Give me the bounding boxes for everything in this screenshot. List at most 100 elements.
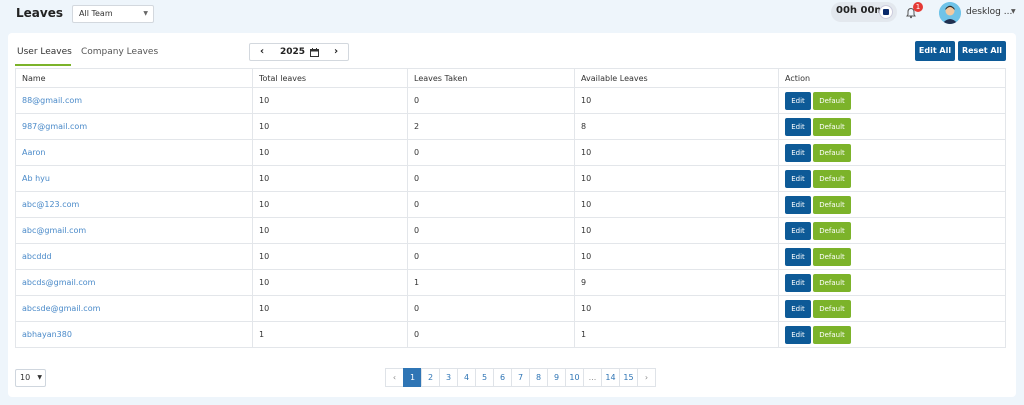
column-header-available[interactable]: Available Leaves [574,68,779,88]
year-value: 2025 [280,47,306,57]
time-tracker[interactable]: 00h 00m [831,2,897,22]
total-cell: 10 [252,165,408,192]
name-cell[interactable]: abcds@gmail.com [15,269,253,296]
action-cell: Edit Default [778,217,1006,244]
pagination-next[interactable]: › [637,368,656,387]
pagination-page[interactable]: 5 [475,368,494,387]
row-default-button[interactable]: Default [813,221,851,240]
name-cell[interactable]: 88@gmail.com [15,87,253,114]
pagination-page[interactable]: 2 [421,368,440,387]
per-page-value: 10 [20,373,31,382]
chevron-right-icon[interactable]: › [334,46,338,57]
table-row: abhayan380 1 0 1 Edit Default [15,321,1006,348]
row-edit-button[interactable]: Edit [785,91,811,110]
row-default-button[interactable]: Default [813,143,851,162]
pagination-prev[interactable]: ‹ [385,368,404,387]
row-default-button[interactable]: Default [813,195,851,214]
table-row: 987@gmail.com 10 2 8 Edit Default [15,113,1006,140]
row-default-button[interactable]: Default [813,247,851,266]
taken-cell: 0 [407,87,575,114]
row-edit-button[interactable]: Edit [785,117,811,136]
page-title: Leaves [16,6,63,20]
tab-company-leaves[interactable]: Company Leaves [81,47,158,57]
row-edit-button[interactable]: Edit [785,169,811,188]
name-cell[interactable]: abc@123.com [15,191,253,218]
tab-user-leaves[interactable]: User Leaves [17,47,72,57]
reset-all-button[interactable]: Reset All [958,41,1006,61]
table-row: 88@gmail.com 10 0 10 Edit Default [15,87,1006,114]
edit-all-button[interactable]: Edit All [915,41,955,61]
total-cell: 10 [252,269,408,296]
name-cell[interactable]: Aaron [15,139,253,166]
total-cell: 10 [252,87,408,114]
row-edit-button[interactable]: Edit [785,247,811,266]
taken-cell: 0 [407,217,575,244]
pagination-page[interactable]: 9 [547,368,566,387]
row-default-button[interactable]: Default [813,325,851,344]
user-name[interactable]: desklog ... [966,7,1012,17]
table-row: abc@123.com 10 0 10 Edit Default [15,191,1006,218]
name-cell[interactable]: Ab hyu [15,165,253,192]
pagination-page[interactable]: 8 [529,368,548,387]
row-edit-button[interactable]: Edit [785,325,811,344]
pagination-page[interactable]: 15 [619,368,638,387]
taken-cell: 1 [407,269,575,296]
table-row: abc@gmail.com 10 0 10 Edit Default [15,217,1006,244]
name-cell[interactable]: abhayan380 [15,321,253,348]
notification-badge: 1 [913,2,923,12]
total-cell: 10 [252,243,408,270]
row-default-button[interactable]: Default [813,117,851,136]
pagination-page[interactable]: 4 [457,368,476,387]
available-cell: 10 [574,191,779,218]
taken-cell: 0 [407,139,575,166]
column-header-taken[interactable]: Leaves Taken [407,68,575,88]
name-cell[interactable]: abc@gmail.com [15,217,253,244]
available-cell: 9 [574,269,779,296]
team-filter-value: All Team [79,9,113,18]
row-edit-button[interactable]: Edit [785,273,811,292]
column-header-name[interactable]: Name [15,68,253,88]
calendar-icon[interactable] [310,48,319,57]
available-cell: 10 [574,295,779,322]
timer-value: 00h 00m [836,5,885,16]
action-cell: Edit Default [778,165,1006,192]
pagination-page[interactable]: 14 [601,368,620,387]
pagination-page[interactable]: 3 [439,368,458,387]
table-header-row: Name Total leaves Leaves Taken Available… [15,68,1006,88]
row-default-button[interactable]: Default [813,299,851,318]
per-page-select[interactable]: 10 ▼ [15,369,46,387]
pagination-page[interactable]: 1 [403,368,422,387]
taken-cell: 0 [407,165,575,192]
leaves-table: Name Total leaves Leaves Taken Available… [15,68,1006,348]
action-cell: Edit Default [778,139,1006,166]
pagination-page[interactable]: 10 [565,368,584,387]
row-edit-button[interactable]: Edit [785,299,811,318]
row-default-button[interactable]: Default [813,91,851,110]
taken-cell: 0 [407,243,575,270]
row-edit-button[interactable]: Edit [785,195,811,214]
table-row: Ab hyu 10 0 10 Edit Default [15,165,1006,192]
stop-icon[interactable] [879,5,893,19]
row-edit-button[interactable]: Edit [785,143,811,162]
avatar[interactable] [939,2,961,24]
name-cell[interactable]: abcsde@gmail.com [15,295,253,322]
chevron-down-icon: ▼ [37,374,42,381]
name-cell[interactable]: 987@gmail.com [15,113,253,140]
total-cell: 1 [252,321,408,348]
chevron-left-icon[interactable]: ‹ [260,46,264,57]
chevron-down-icon[interactable]: ▼ [1011,8,1016,15]
row-edit-button[interactable]: Edit [785,221,811,240]
row-default-button[interactable]: Default [813,169,851,188]
pagination-page[interactable]: 7 [511,368,530,387]
available-cell: 10 [574,243,779,270]
pagination-page[interactable]: 6 [493,368,512,387]
team-filter-select[interactable]: All Team ▼ [72,5,154,23]
table-row: abcddd 10 0 10 Edit Default [15,243,1006,270]
column-header-total[interactable]: Total leaves [252,68,408,88]
available-cell: 10 [574,139,779,166]
row-default-button[interactable]: Default [813,273,851,292]
pagination-ellipsis: ... [583,368,602,387]
available-cell: 10 [574,165,779,192]
taken-cell: 0 [407,191,575,218]
name-cell[interactable]: abcddd [15,243,253,270]
